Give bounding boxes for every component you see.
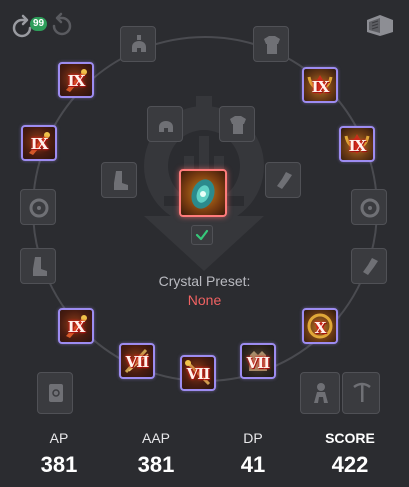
undo-button[interactable]: 99 xyxy=(10,10,48,38)
lifeskill-icon xyxy=(314,383,328,403)
alchemy-stone-slot[interactable] xyxy=(20,189,56,225)
card-icon xyxy=(49,384,63,402)
gear-planner: 99 IX IX IX IX IX X VII VII VII Crystal … xyxy=(0,0,409,487)
crystal-icon xyxy=(191,179,215,209)
pickaxe-icon xyxy=(353,382,371,402)
armor-slot[interactable] xyxy=(253,26,289,62)
grade-label: X xyxy=(314,319,327,337)
grade-label: IX xyxy=(311,78,330,96)
sub-armor-slot[interactable] xyxy=(219,106,255,142)
grade-label: IX xyxy=(67,72,86,90)
crystal-preset-value[interactable]: None xyxy=(0,292,409,308)
card-slot[interactable] xyxy=(37,372,73,414)
grade-label: IX xyxy=(348,137,367,155)
grade-label: VII xyxy=(246,354,271,372)
sub-gloves-icon xyxy=(277,172,292,189)
sub-gloves-slot[interactable] xyxy=(265,162,301,198)
armor-icon xyxy=(264,36,280,54)
aap-label: AAP xyxy=(141,430,170,446)
artifact-slot[interactable]: VII xyxy=(240,343,276,379)
redo-icon[interactable] xyxy=(48,12,74,38)
belt-slot[interactable]: X xyxy=(302,308,338,344)
crystal-slot[interactable] xyxy=(179,169,227,217)
sub-helmet-icon xyxy=(159,121,173,132)
score-label: SCORE xyxy=(325,430,375,446)
earring-2-slot[interactable]: VII xyxy=(119,343,155,379)
crystal-equipped-check[interactable] xyxy=(191,225,213,245)
score-value: 422 xyxy=(331,452,369,477)
alchemy-stone-icon xyxy=(29,198,49,218)
grade-label: IX xyxy=(30,135,49,153)
dp-value: 41 xyxy=(240,452,266,477)
lifeskill-slot[interactable] xyxy=(300,372,340,414)
dp-label: DP xyxy=(243,430,263,446)
main-weapon-slot[interactable]: IX xyxy=(58,62,94,98)
earring-slot[interactable]: IX xyxy=(58,308,94,344)
grade-label: VII xyxy=(125,353,150,371)
grade-label: VII xyxy=(186,365,211,383)
awakening-weapon-slot[interactable]: VII xyxy=(180,355,216,391)
aap-value: 381 xyxy=(137,452,175,477)
ap-value: 381 xyxy=(40,452,78,477)
sub-weapon-slot[interactable]: IX xyxy=(21,125,57,161)
crystal-preset-label: Crystal Preset: xyxy=(158,273,251,289)
ring-slot[interactable]: IX xyxy=(339,126,375,162)
tool-icon xyxy=(360,198,380,218)
pickaxe-slot[interactable] xyxy=(342,372,380,414)
grade-label: IX xyxy=(67,318,86,336)
tool-slot[interactable] xyxy=(351,189,387,225)
sub-shoes-icon xyxy=(114,171,128,190)
helmet-icon xyxy=(132,35,146,52)
ap-label: AP xyxy=(49,430,69,446)
sub-shoes-slot[interactable] xyxy=(101,162,137,198)
sub-helmet-slot[interactable] xyxy=(147,106,183,142)
helmet-slot[interactable] xyxy=(120,26,156,62)
checkmark-icon xyxy=(195,229,209,241)
undo-count-badge: 99 xyxy=(30,17,48,31)
book-icon[interactable] xyxy=(364,12,396,38)
necklace-slot[interactable]: IX xyxy=(302,67,338,103)
sub-armor-icon xyxy=(230,116,246,134)
